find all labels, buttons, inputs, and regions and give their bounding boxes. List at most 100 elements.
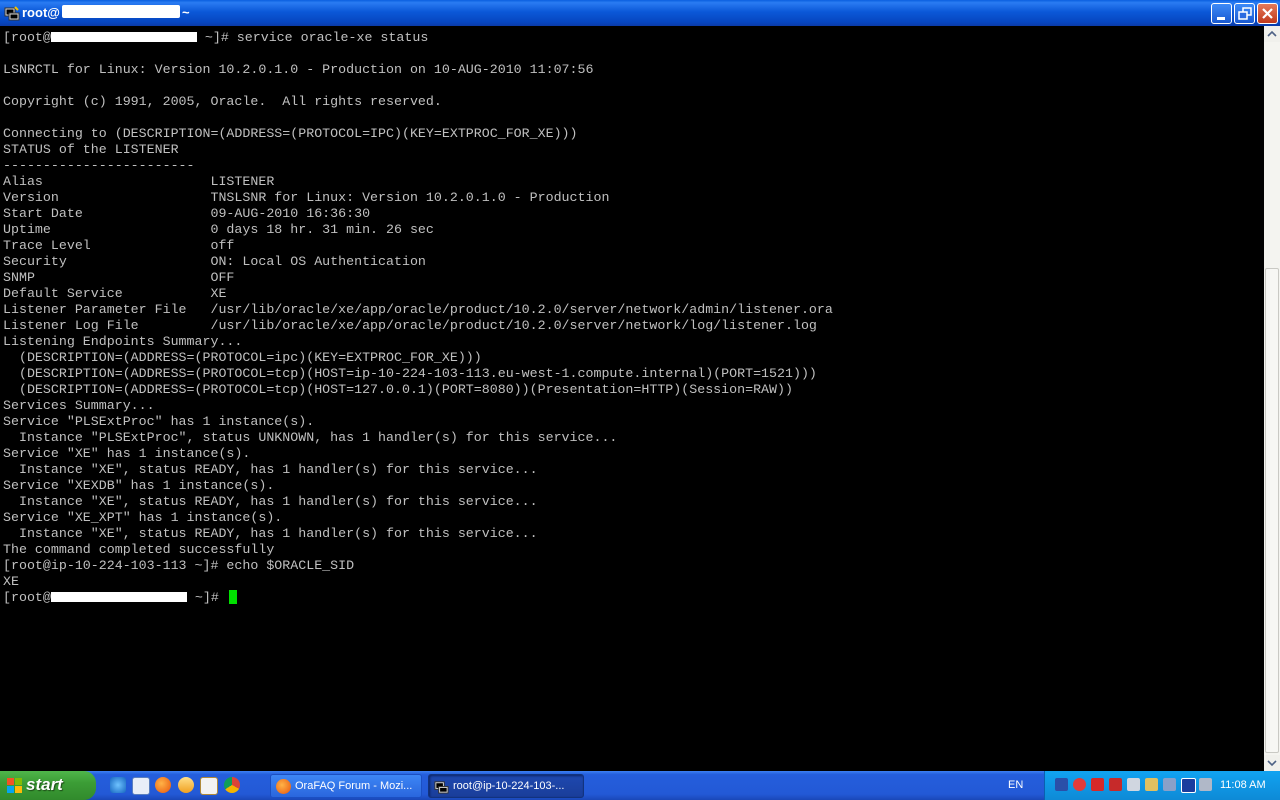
terminal-line: ------------------------ [3, 158, 195, 174]
window-title-suffix: ~ [182, 5, 190, 20]
task-putty[interactable]: root@ip-10-224-103-... [428, 774, 584, 798]
scroll-down-button[interactable] [1264, 755, 1280, 771]
firefox-icon [276, 779, 291, 794]
monitor-icon[interactable] [1181, 778, 1196, 793]
scroll-up-button[interactable] [1264, 26, 1280, 42]
restore-icon [1238, 7, 1252, 20]
antivirus-icon[interactable] [1091, 778, 1104, 791]
task-firefox[interactable]: OraFAQ Forum - Mozi... [270, 774, 422, 798]
terminal-line: STATUS of the LISTENER [3, 142, 179, 158]
terminal-line-text: (DESCRIPTION=(ADDRESS=(PROTOCOL=tcp)(HOS… [3, 382, 793, 397]
close-icon [1262, 8, 1273, 19]
close-button[interactable] [1257, 3, 1278, 24]
terminal-line-text: SNMP OFF [3, 270, 235, 285]
windows-logo-icon [7, 778, 22, 793]
title-bar[interactable]: root@ ~ [0, 0, 1280, 26]
terminal-line: Uptime 0 days 18 hr. 31 min. 26 sec [3, 222, 434, 238]
terminal-line-text: (DESCRIPTION=(ADDRESS=(PROTOCOL=ipc)(KEY… [3, 350, 482, 365]
window-title: root@ [22, 5, 60, 20]
terminal-line: Service "XE" has 1 instance(s). [3, 446, 250, 462]
task-label: OraFAQ Forum - Mozi... [295, 780, 413, 792]
terminal-line-text: ------------------------ [3, 158, 195, 173]
terminal-line: Security ON: Local OS Authentication [3, 254, 426, 270]
terminal-line: Connecting to (DESCRIPTION=(ADDRESS=(PRO… [3, 126, 578, 142]
clock: 11:08 AM [1220, 779, 1266, 791]
start-button[interactable]: start [0, 771, 96, 800]
terminal-line: Copyright (c) 1991, 2005, Oracle. All ri… [3, 94, 442, 110]
terminal-line: Default Service XE [3, 286, 226, 302]
terminal-line: Service "XEXDB" has 1 instance(s). [3, 478, 274, 494]
internet-explorer-icon[interactable] [110, 777, 126, 793]
taskbar: start OraFAQ Forum - Mozi... root@ip-10-… [0, 771, 1280, 800]
terminal-line: [root@ ~]# service oracle-xe status [3, 30, 428, 46]
terminal-line: Listener Parameter File /usr/lib/oracle/… [3, 302, 833, 318]
terminal-line: SNMP OFF [3, 270, 234, 286]
network-icon[interactable] [1055, 778, 1068, 791]
terminal-line-text: (DESCRIPTION=(ADDRESS=(PROTOCOL=tcp)(HOS… [3, 366, 817, 381]
terminal-line: (DESCRIPTION=(ADDRESS=(PROTOCOL=ipc)(KEY… [3, 350, 482, 366]
hand-icon[interactable] [1145, 778, 1158, 791]
terminal-line: Instance "XE", status READY, has 1 handl… [3, 462, 538, 478]
terminal-line-text: Trace Level off [3, 238, 235, 253]
security-icon[interactable] [1109, 778, 1122, 791]
terminal-line-text: Copyright (c) 1991, 2005, Oracle. All ri… [3, 94, 442, 109]
language-indicator[interactable]: EN [1008, 779, 1023, 791]
terminal-line-text: Instance "XE", status READY, has 1 handl… [3, 462, 538, 477]
terminal-line-rest: ~]# [186, 590, 227, 605]
terminal-line-text: Service "PLSExtProc" has 1 instance(s). [3, 414, 315, 429]
task-label: root@ip-10-224-103-... [453, 780, 565, 792]
terminal-line-text: [root@ip-10-224-103-113 ~]# echo $ORACLE… [3, 558, 355, 573]
terminal-line-text: LSNRCTL for Linux: Version 10.2.0.1.0 - … [3, 62, 594, 77]
terminal-line-text: STATUS of the LISTENER [3, 142, 179, 157]
terminal-line-text: Version TNSLSNR for Linux: Version 10.2.… [3, 190, 610, 205]
terminal-line: Version TNSLSNR for Linux: Version 10.2.… [3, 190, 609, 206]
start-label: start [26, 775, 63, 794]
terminal-line-text: Alias LISTENER [3, 174, 275, 189]
terminal-line: XE [3, 574, 19, 590]
terminal-line-text: [root@ [3, 30, 51, 45]
terminal-line-text: XE [3, 574, 19, 589]
show-desktop-icon[interactable] [132, 777, 150, 795]
terminal-line-text: Service "XE" has 1 instance(s). [3, 446, 251, 461]
terminal-line: Services Summary... [3, 398, 155, 414]
vertical-scrollbar[interactable] [1264, 26, 1280, 771]
connection-icon[interactable] [1199, 778, 1212, 791]
terminal-line: LSNRCTL for Linux: Version 10.2.0.1.0 - … [3, 62, 593, 78]
terminal-line-text: Service "XEXDB" has 1 instance(s). [3, 478, 275, 493]
putty-terminal-icon[interactable] [4, 5, 20, 21]
terminal-line-text: [root@ [3, 590, 51, 605]
terminal-line-text: The command completed successfully [3, 542, 275, 557]
terminal-line-text: Service "XE_XPT" has 1 instance(s). [3, 510, 283, 525]
terminal-output[interactable]: [root@ ~]# service oracle-xe status LSNRC… [0, 26, 1264, 771]
title-redaction [62, 5, 180, 18]
terminal-line: (DESCRIPTION=(ADDRESS=(PROTOCOL=tcp)(HOS… [3, 382, 793, 398]
terminal-line-text: Listening Endpoints Summary... [3, 334, 243, 349]
chrome-icon[interactable] [224, 777, 240, 793]
terminal-line: [root@ ~]# [3, 590, 237, 606]
terminal-line: Listener Log File /usr/lib/oracle/xe/app… [3, 318, 817, 334]
terminal-line: Instance "PLSExtProc", status UNKNOWN, h… [3, 430, 617, 446]
terminal-line-text: Connecting to (DESCRIPTION=(ADDRESS=(PRO… [3, 126, 578, 141]
warning-icon[interactable] [1127, 778, 1140, 791]
scroll-thumb[interactable] [1265, 268, 1279, 753]
terminal-line: Instance "XE", status READY, has 1 handl… [3, 494, 538, 510]
terminal-line-rest: ~]# service oracle-xe status [196, 30, 429, 45]
mail-icon[interactable] [178, 777, 194, 793]
minimize-button[interactable] [1211, 3, 1232, 24]
terminal-cursor [228, 590, 237, 605]
terminal-line-text: Listener Log File /usr/lib/oracle/xe/app… [3, 318, 817, 333]
terminal-line: Alias LISTENER [3, 174, 274, 190]
hostname-redaction [50, 32, 197, 43]
terminal-line: Instance "XE", status READY, has 1 handl… [3, 526, 538, 542]
terminal-line: The command completed successfully [3, 542, 274, 558]
firefox-icon[interactable] [155, 777, 171, 793]
shield-icon[interactable] [1073, 778, 1086, 791]
minimize-icon [1217, 17, 1225, 20]
terminal-line-text: Start Date 09-AUG-2010 16:36:30 [3, 206, 371, 221]
terminal-line: Listening Endpoints Summary... [3, 334, 242, 350]
restore-button[interactable] [1234, 3, 1255, 24]
document-icon[interactable] [200, 777, 218, 795]
terminal-line: Service "PLSExtProc" has 1 instance(s). [3, 414, 314, 430]
speaker-icon[interactable] [1163, 778, 1176, 791]
chevron-down-icon [1267, 760, 1277, 767]
